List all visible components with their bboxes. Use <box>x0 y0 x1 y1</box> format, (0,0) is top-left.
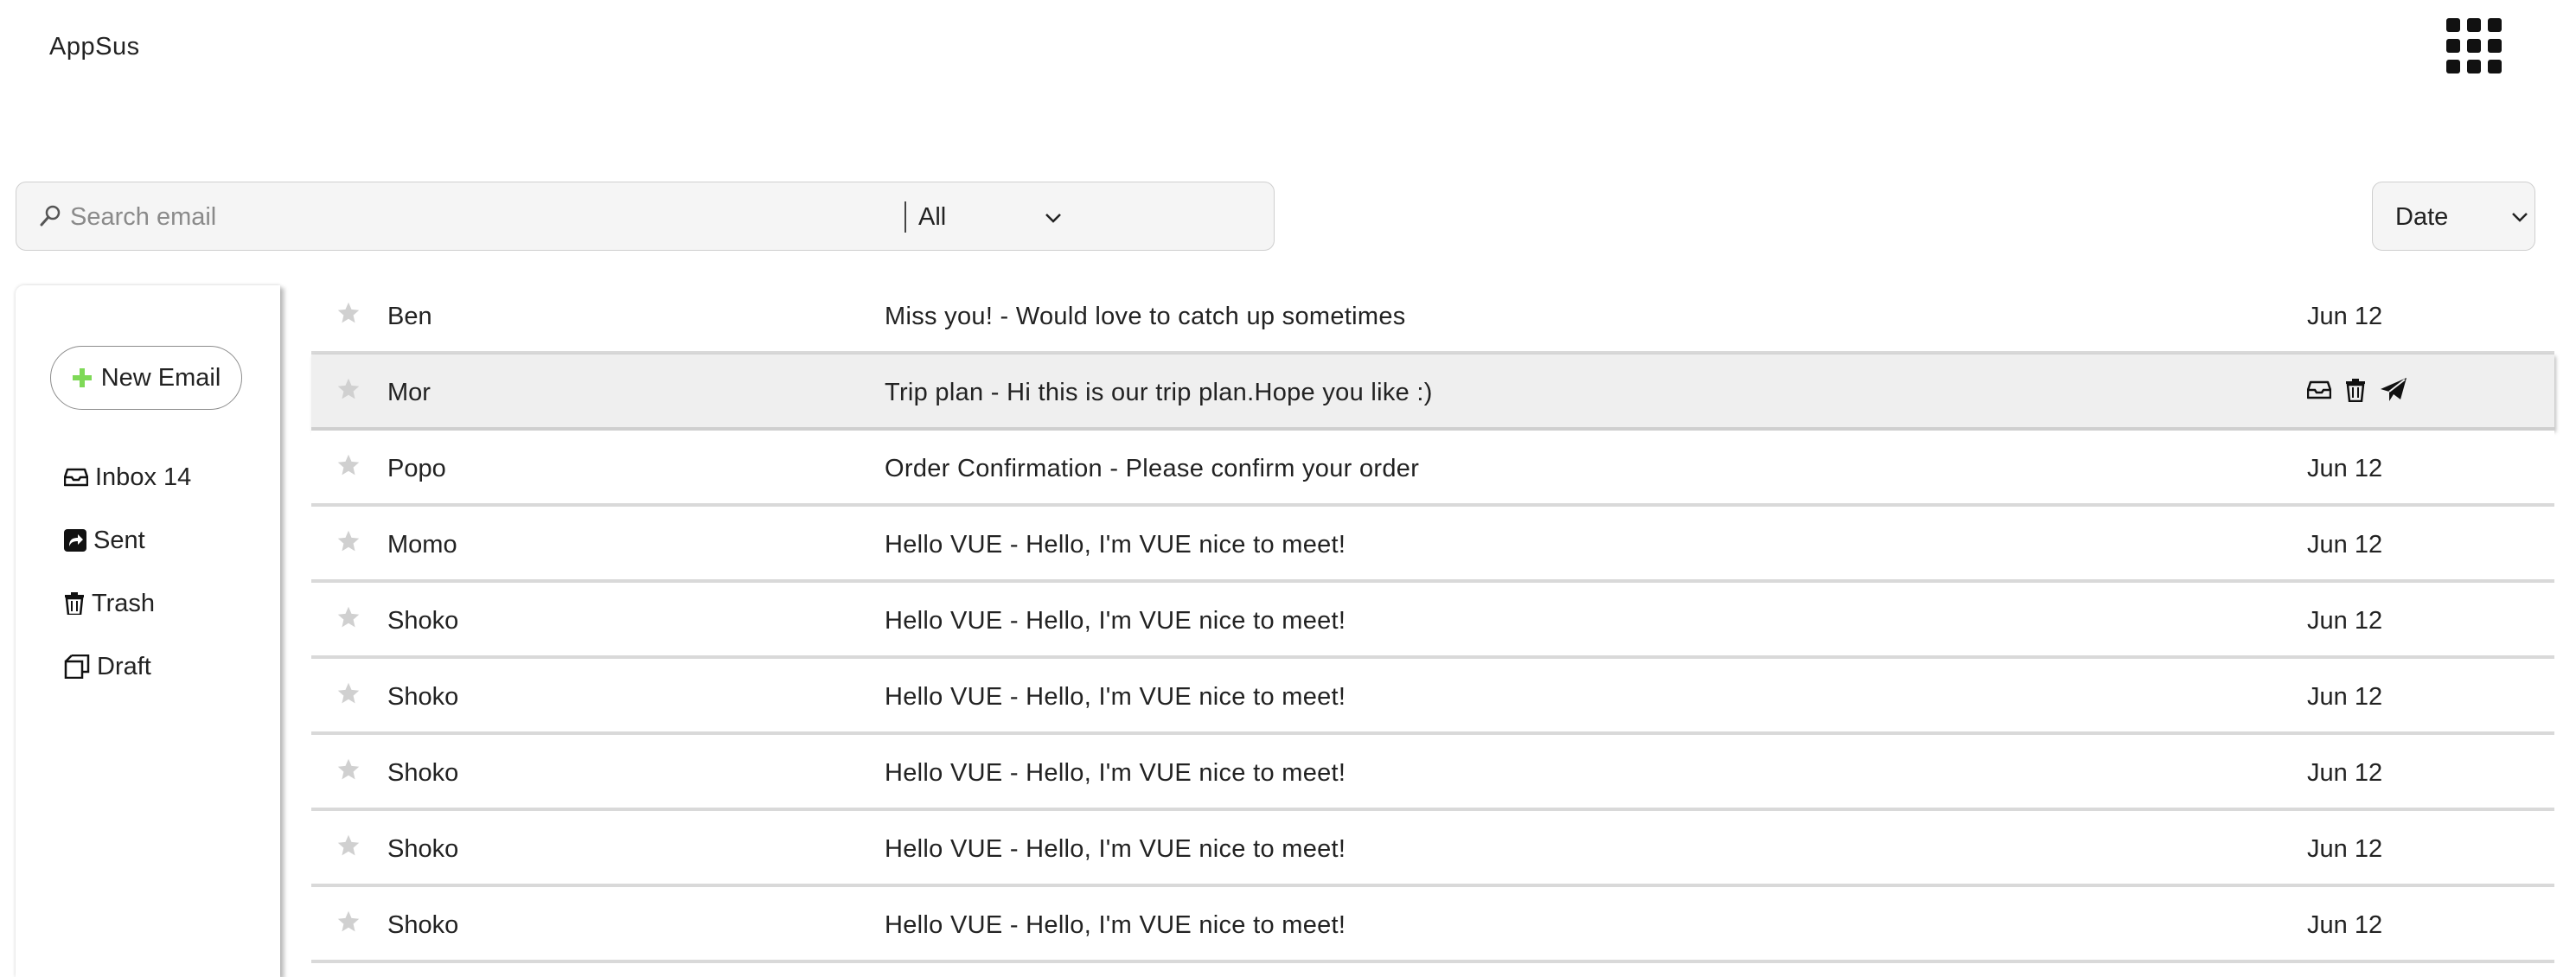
email-subject: Miss you! - Would love to catch up somet… <box>885 303 1406 330</box>
sort-value: Date <box>2395 203 2449 231</box>
new-email-label: New Email <box>100 363 221 392</box>
plus-icon <box>72 368 92 387</box>
sidebar-item-label: Inbox 14 <box>95 463 192 491</box>
email-subject: Trip plan - Hi this is our trip plan.Hop… <box>885 379 1433 406</box>
email-row[interactable]: Ben Miss you! - Would love to catch up s… <box>311 278 2554 354</box>
email-row[interactable]: Shoko Hello VUE - Hello, I'm VUE nice to… <box>311 811 2554 887</box>
email-subject: Hello VUE - Hello, I'm VUE nice to meet! <box>885 835 1346 863</box>
email-sender: Shoko <box>387 835 459 863</box>
email-sender: Popo <box>387 455 446 482</box>
search-input[interactable] <box>70 195 883 239</box>
email-row[interactable]: Popo Order Confirmation - Please confirm… <box>311 431 2554 507</box>
trash-icon <box>65 592 84 615</box>
email-row[interactable]: Shoko Hello VUE - Hello, I'm VUE nice to… <box>311 659 2554 735</box>
app-header: AppSus <box>0 0 2576 95</box>
sidebar-item-inbox[interactable]: Inbox 14 <box>64 458 191 496</box>
email-sender: Momo <box>387 531 457 559</box>
email-date: Jun 12 <box>2307 303 2383 330</box>
email-sender: Ben <box>387 303 432 330</box>
draft-icon <box>64 655 90 679</box>
email-row[interactable]: Shoko Hello VUE - Hello, I'm VUE nice to… <box>311 735 2554 811</box>
email-subject: Order Confirmation - Please confirm your… <box>885 455 1420 482</box>
sent-icon <box>64 529 86 552</box>
trash-icon[interactable] <box>2345 378 2366 402</box>
email-row-actions <box>2307 377 2407 403</box>
star-icon[interactable] <box>336 377 361 401</box>
email-row[interactable]: Momo Hello VUE - Hello, I'm VUE nice to … <box>311 507 2554 583</box>
email-subject: Hello VUE - Hello, I'm VUE nice to meet! <box>885 683 1346 711</box>
read-filter-select[interactable]: All <box>918 195 1083 239</box>
sidebar-item-sent[interactable]: Sent <box>64 521 145 559</box>
chevron-down-icon <box>1045 214 1061 223</box>
search-bar: All <box>16 182 1275 251</box>
sidebar-item-label: Draft <box>97 652 151 680</box>
email-sender: Shoko <box>387 759 459 787</box>
email-sender: Mor <box>387 379 431 406</box>
send-icon[interactable] <box>2380 377 2407 403</box>
sort-select[interactable]: Date <box>2372 182 2535 251</box>
star-icon[interactable] <box>336 910 361 934</box>
email-date: Jun 12 <box>2307 455 2383 482</box>
email-subject: Hello VUE - Hello, I'm VUE nice to meet! <box>885 607 1346 635</box>
sidebar-item-label: Trash <box>92 589 156 617</box>
chevron-down-icon <box>2512 213 2528 222</box>
email-row[interactable]: Shoko Hello VUE - Hello, I'm VUE nice to… <box>311 583 2554 659</box>
email-date: Jun 12 <box>2307 835 2383 863</box>
email-row[interactable]: Shoko Hello VUE - Hello, I'm VUE nice to… <box>311 887 2554 963</box>
sidebar-item-draft[interactable]: Draft <box>64 648 151 686</box>
email-sender: Shoko <box>387 607 459 635</box>
email-subject: Hello VUE - Hello, I'm VUE nice to meet! <box>885 759 1346 787</box>
star-icon[interactable] <box>336 453 361 477</box>
star-icon[interactable] <box>336 605 361 629</box>
search-icon <box>40 205 61 227</box>
email-date: Jun 12 <box>2307 607 2383 635</box>
inbox-icon[interactable] <box>2307 380 2331 399</box>
app-logo[interactable]: AppSus <box>49 33 140 61</box>
email-sender: Shoko <box>387 911 459 939</box>
sidebar-item-trash[interactable]: Trash <box>64 584 155 623</box>
apps-grid-icon[interactable] <box>2446 18 2502 73</box>
star-icon[interactable] <box>336 833 361 858</box>
email-date: Jun 12 <box>2307 683 2383 711</box>
star-icon[interactable] <box>336 301 361 325</box>
email-subject: Hello VUE - Hello, I'm VUE nice to meet! <box>885 531 1346 559</box>
sidebar: New Email Inbox 14 Sent Trash Draft <box>16 285 280 977</box>
email-sender: Shoko <box>387 683 459 711</box>
read-filter-value: All <box>918 202 947 231</box>
star-icon[interactable] <box>336 757 361 782</box>
star-icon[interactable] <box>336 681 361 706</box>
email-date: Jun 12 <box>2307 759 2383 787</box>
inbox-icon <box>64 468 88 487</box>
email-row[interactable]: Mor Trip plan - Hi this is our trip plan… <box>311 354 2554 431</box>
new-email-button[interactable]: New Email <box>50 346 242 410</box>
sidebar-item-label: Sent <box>93 526 145 554</box>
email-date: Jun 12 <box>2307 911 2383 939</box>
email-date: Jun 12 <box>2307 531 2383 559</box>
search-divider <box>904 201 906 233</box>
star-icon[interactable] <box>336 529 361 553</box>
email-list: Ben Miss you! - Would love to catch up s… <box>311 278 2554 963</box>
email-subject: Hello VUE - Hello, I'm VUE nice to meet! <box>885 911 1346 939</box>
